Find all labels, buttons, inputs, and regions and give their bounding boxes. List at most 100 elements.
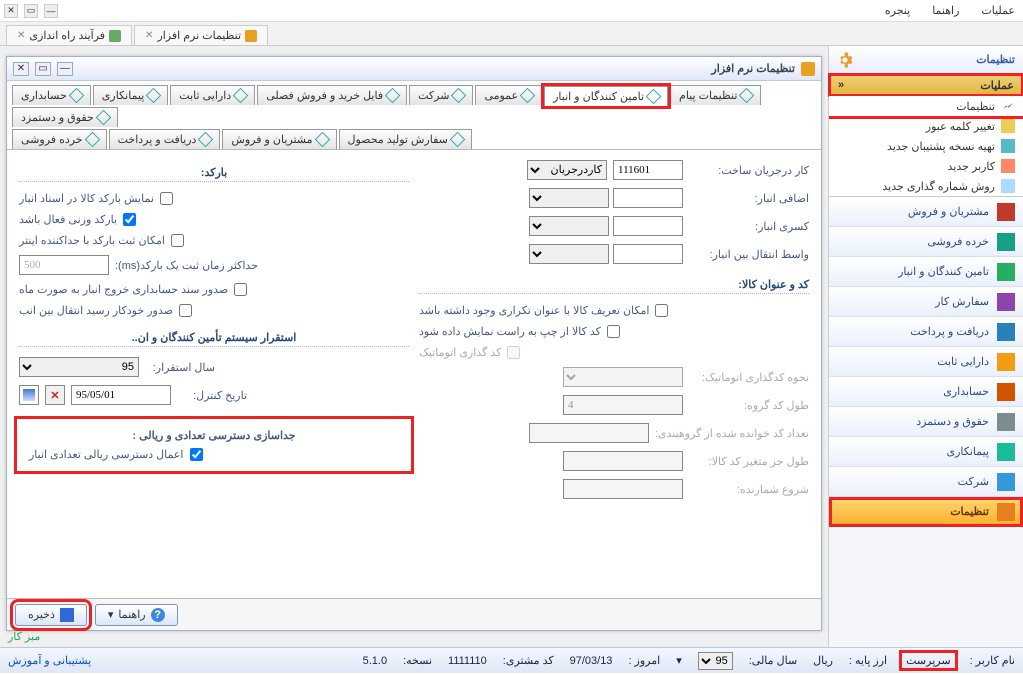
group-read-input xyxy=(529,423,649,443)
chk-auto-receipt[interactable] xyxy=(179,304,192,317)
tree-item-numbering[interactable]: روش شماره گذاری جدید xyxy=(829,176,1023,196)
cust-label: کد مشتری: xyxy=(503,654,554,667)
window-footer: ? راهنما ▾ ذخیره xyxy=(7,598,821,630)
tree-item-settings[interactable]: تنظیمات xyxy=(829,96,1023,116)
chk-record-enter[interactable] xyxy=(171,234,184,247)
chk-dup-title[interactable] xyxy=(655,304,668,317)
accordion-operations[interactable]: عملیات « xyxy=(829,74,1023,96)
close-icon[interactable]: ✕ xyxy=(17,30,25,41)
control-date-input[interactable] xyxy=(71,385,171,405)
today-value: 97/03/13 xyxy=(570,655,613,667)
act-job-order[interactable]: سفارش کار xyxy=(829,287,1023,317)
deploy-year-select[interactable]: 95 xyxy=(19,357,139,377)
add-inv-code[interactable] xyxy=(613,188,683,208)
clear-date-button[interactable]: ✕ xyxy=(45,385,65,405)
window-titlebar: تنظیمات نرم افزار — ▭ ✕ xyxy=(7,57,821,81)
var-len-label: طول جز متغیر کد کالا: xyxy=(689,455,809,468)
tab-suppliers-inventory[interactable]: تامین کنندگان و انبار xyxy=(544,86,668,106)
act-suppliers-inventory[interactable]: تامین کنندگان و انبار xyxy=(829,257,1023,287)
max-time-input[interactable] xyxy=(19,255,109,275)
doctab-settings[interactable]: تنظیمات نرم افزار ✕ xyxy=(134,25,268,45)
wip-code-input[interactable] xyxy=(613,160,683,180)
group-len-input xyxy=(563,395,683,415)
doctab-setup[interactable]: فرآیند راه اندازی ✕ xyxy=(6,25,132,45)
barcode-title: بارکد: xyxy=(19,166,409,182)
maximize-button[interactable]: ▭ xyxy=(35,62,51,76)
transfer-code[interactable] xyxy=(613,244,683,264)
gear-icon xyxy=(997,503,1015,521)
act-company[interactable]: شرکت xyxy=(829,467,1023,497)
tab-payroll[interactable]: حقوق و دستمزد xyxy=(12,107,118,127)
autocode-method-label: نحوه کدگذاری اتوماتیک: xyxy=(689,371,809,384)
chk-monthly-doc[interactable] xyxy=(234,283,247,296)
close-icon[interactable]: ✕ xyxy=(145,30,153,41)
deploy-title: استقرار سیستم تأمین کنندگان و ان.. xyxy=(19,331,409,347)
tab-icon xyxy=(146,88,162,104)
act-fixed-asset[interactable]: دارایی ثابت xyxy=(829,347,1023,377)
support-link[interactable]: پشتیبانی و آموزش xyxy=(8,654,91,667)
calendar-button[interactable] xyxy=(19,385,39,405)
wip-select[interactable]: کاردرجریان xyxy=(527,160,607,180)
menu-operations[interactable]: عملیات xyxy=(977,2,1019,19)
minimize-icon[interactable]: — xyxy=(44,4,58,18)
act-contracting[interactable]: پیمانکاری xyxy=(829,437,1023,467)
tab-general[interactable]: عمومی xyxy=(475,85,542,105)
chk-show-barcode[interactable] xyxy=(160,192,173,205)
chk-weight-active[interactable] xyxy=(123,213,136,226)
fiscal-year-select[interactable]: 95 xyxy=(698,652,733,670)
transfer-select[interactable] xyxy=(529,244,609,264)
wip-label: کار درجریان ساخت: xyxy=(689,164,809,177)
close-button[interactable]: ✕ xyxy=(13,62,29,76)
gear-icon xyxy=(801,62,815,76)
section-code-title: کد و عنوان کالا: xyxy=(419,278,809,294)
sub-inv-select[interactable] xyxy=(529,216,609,236)
tree-item-backup[interactable]: تهیه نسخه پشتیبان جدید xyxy=(829,136,1023,156)
company-icon xyxy=(997,473,1015,491)
tab-receive-pay[interactable]: دریافت و پرداخت xyxy=(109,129,221,149)
today-label: امروز : xyxy=(628,654,660,667)
cust-value: 1111110 xyxy=(448,655,487,667)
minimize-button[interactable]: — xyxy=(57,62,73,76)
chk-ltr[interactable] xyxy=(607,325,620,338)
settings-window: تنظیمات نرم افزار — ▭ ✕ حسابداری پیمانکا… xyxy=(6,56,822,631)
restore-icon[interactable]: ▭ xyxy=(24,4,38,18)
tree-item-password[interactable]: تغییر کلمه عبور xyxy=(829,116,1023,136)
tab-production-order[interactable]: سفارش تولید محصول xyxy=(339,129,472,149)
tab-seasonal-file[interactable]: فایل خرید و فروش فصلی xyxy=(257,85,407,105)
calendar-icon xyxy=(23,389,35,401)
sub-inv-code[interactable] xyxy=(613,216,683,236)
save-button[interactable]: ذخیره xyxy=(15,604,87,626)
tab-icon xyxy=(739,88,755,104)
tab-message-settings[interactable]: تنظیمات پیام xyxy=(670,85,761,105)
add-inv-select[interactable] xyxy=(529,188,609,208)
fiscal-dropdown-icon[interactable]: ▾ xyxy=(676,654,682,667)
menu-window[interactable]: پنجره xyxy=(881,2,914,19)
act-accounting[interactable]: حسابداری xyxy=(829,377,1023,407)
tab-retail[interactable]: خرده فروشی xyxy=(12,129,107,149)
tab-customers-sales[interactable]: مشتریان و فروش xyxy=(222,129,336,149)
close-icon[interactable]: ✕ xyxy=(4,4,18,18)
user-value: سرپرست xyxy=(903,654,953,667)
tree-item-new-user[interactable]: کاربر جدید xyxy=(829,156,1023,176)
menu-help[interactable]: راهنما xyxy=(928,2,963,19)
desk-link[interactable]: میز کار xyxy=(8,630,40,643)
deploy-year-label: سال استقرار: xyxy=(145,361,215,374)
act-customers-sales[interactable]: مشتریان و فروش xyxy=(829,197,1023,227)
tab-fixed-asset[interactable]: دارایی ثابت xyxy=(170,85,255,105)
transfer-label: واسط انتقال بین انبار: xyxy=(689,248,809,261)
column-right: کار درجریان ساخت: کاردرجریان اضافی انبار… xyxy=(419,160,809,588)
chk-autocode xyxy=(507,346,520,359)
chevron-down-icon: ▾ xyxy=(108,608,114,621)
tab-company[interactable]: شرکت xyxy=(409,85,473,105)
sidebar: تنظیمات عملیات « تنظیمات تغییر کلمه عبور… xyxy=(828,46,1023,647)
help-button[interactable]: ? راهنما ▾ xyxy=(95,604,178,626)
act-payroll[interactable]: حقوق و دستمزد xyxy=(829,407,1023,437)
act-settings[interactable]: تنظیمات xyxy=(829,497,1023,527)
document-tabs: فرآیند راه اندازی ✕ تنظیمات نرم افزار ✕ xyxy=(0,22,1023,46)
tab-contracting[interactable]: پیمانکاری xyxy=(93,85,169,105)
tab-accounting[interactable]: حسابداری xyxy=(12,85,91,105)
chk-access[interactable] xyxy=(190,448,203,461)
act-retail[interactable]: خرده فروشی xyxy=(829,227,1023,257)
act-receive-pay[interactable]: دریافت و پرداخت xyxy=(829,317,1023,347)
settings-tabs: حسابداری پیمانکاری دارایی ثابت فایل خرید… xyxy=(7,81,821,150)
